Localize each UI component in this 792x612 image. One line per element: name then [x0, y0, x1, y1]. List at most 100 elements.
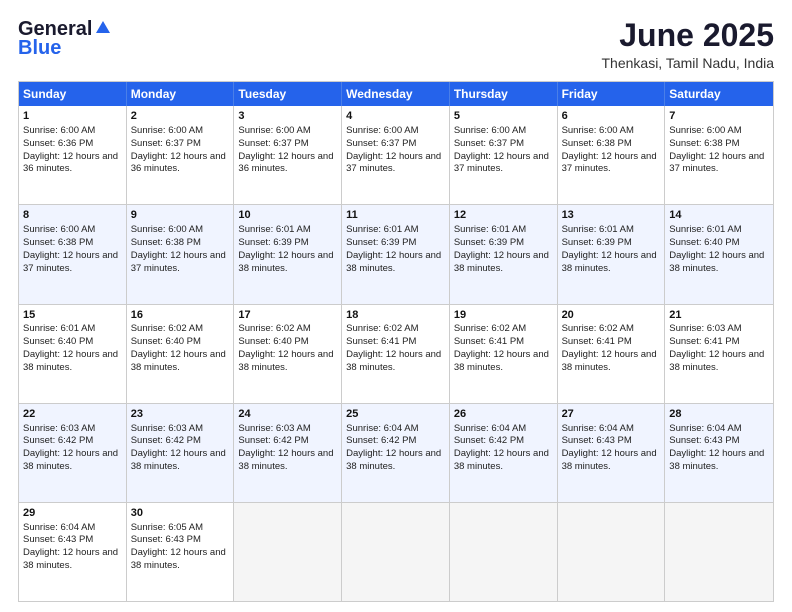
- day-number: 19: [454, 308, 553, 323]
- calendar-cell: 25Sunrise: 6:04 AMSunset: 6:42 PMDayligh…: [342, 404, 450, 502]
- calendar-row: 8Sunrise: 6:00 AMSunset: 6:38 PMDaylight…: [19, 204, 773, 303]
- day-info: Sunrise: 6:03 AMSunset: 6:42 PMDaylight:…: [23, 423, 118, 472]
- logo: General Blue: [18, 18, 112, 60]
- day-number: 25: [346, 407, 445, 422]
- day-info: Sunrise: 6:03 AMSunset: 6:42 PMDaylight:…: [238, 423, 333, 472]
- day-info: Sunrise: 6:02 AMSunset: 6:40 PMDaylight:…: [131, 323, 226, 372]
- calendar-cell: 4Sunrise: 6:00 AMSunset: 6:37 PMDaylight…: [342, 106, 450, 204]
- calendar-cell: 13Sunrise: 6:01 AMSunset: 6:39 PMDayligh…: [558, 205, 666, 303]
- header-day-monday: Monday: [127, 82, 235, 106]
- calendar-cell: 26Sunrise: 6:04 AMSunset: 6:42 PMDayligh…: [450, 404, 558, 502]
- day-number: 30: [131, 506, 230, 521]
- header: General Blue June 2025 Thenkasi, Tamil N…: [18, 18, 774, 71]
- calendar-cell: 1Sunrise: 6:00 AMSunset: 6:36 PMDaylight…: [19, 106, 127, 204]
- day-info: Sunrise: 6:00 AMSunset: 6:37 PMDaylight:…: [238, 125, 333, 174]
- day-number: 14: [669, 208, 769, 223]
- day-info: Sunrise: 6:00 AMSunset: 6:38 PMDaylight:…: [23, 224, 118, 273]
- day-info: Sunrise: 6:02 AMSunset: 6:41 PMDaylight:…: [562, 323, 657, 372]
- calendar-cell: 18Sunrise: 6:02 AMSunset: 6:41 PMDayligh…: [342, 305, 450, 403]
- day-number: 12: [454, 208, 553, 223]
- location-title: Thenkasi, Tamil Nadu, India: [602, 55, 775, 71]
- header-day-tuesday: Tuesday: [234, 82, 342, 106]
- calendar-header: SundayMondayTuesdayWednesdayThursdayFrid…: [19, 82, 773, 106]
- calendar-cell: 14Sunrise: 6:01 AMSunset: 6:40 PMDayligh…: [665, 205, 773, 303]
- day-number: 3: [238, 109, 337, 124]
- day-number: 1: [23, 109, 122, 124]
- day-number: 15: [23, 308, 122, 323]
- page: General Blue June 2025 Thenkasi, Tamil N…: [0, 0, 792, 612]
- calendar-cell: 11Sunrise: 6:01 AMSunset: 6:39 PMDayligh…: [342, 205, 450, 303]
- day-number: 5: [454, 109, 553, 124]
- day-number: 21: [669, 308, 769, 323]
- calendar: SundayMondayTuesdayWednesdayThursdayFrid…: [18, 81, 774, 602]
- calendar-cell: 17Sunrise: 6:02 AMSunset: 6:40 PMDayligh…: [234, 305, 342, 403]
- day-number: 26: [454, 407, 553, 422]
- day-number: 13: [562, 208, 661, 223]
- day-info: Sunrise: 6:01 AMSunset: 6:39 PMDaylight:…: [346, 224, 441, 273]
- calendar-cell: 19Sunrise: 6:02 AMSunset: 6:41 PMDayligh…: [450, 305, 558, 403]
- day-number: 20: [562, 308, 661, 323]
- logo-icon: [94, 19, 112, 37]
- day-number: 17: [238, 308, 337, 323]
- day-info: Sunrise: 6:00 AMSunset: 6:38 PMDaylight:…: [669, 125, 764, 174]
- day-number: 6: [562, 109, 661, 124]
- calendar-row: 1Sunrise: 6:00 AMSunset: 6:36 PMDaylight…: [19, 106, 773, 204]
- day-number: 7: [669, 109, 769, 124]
- day-info: Sunrise: 6:02 AMSunset: 6:40 PMDaylight:…: [238, 323, 333, 372]
- calendar-cell: 21Sunrise: 6:03 AMSunset: 6:41 PMDayligh…: [665, 305, 773, 403]
- calendar-cell: 9Sunrise: 6:00 AMSunset: 6:38 PMDaylight…: [127, 205, 235, 303]
- calendar-cell: 24Sunrise: 6:03 AMSunset: 6:42 PMDayligh…: [234, 404, 342, 502]
- calendar-cell: [342, 503, 450, 601]
- day-info: Sunrise: 6:00 AMSunset: 6:38 PMDaylight:…: [562, 125, 657, 174]
- day-info: Sunrise: 6:04 AMSunset: 6:43 PMDaylight:…: [562, 423, 657, 472]
- calendar-cell: 7Sunrise: 6:00 AMSunset: 6:38 PMDaylight…: [665, 106, 773, 204]
- day-info: Sunrise: 6:00 AMSunset: 6:37 PMDaylight:…: [131, 125, 226, 174]
- day-info: Sunrise: 6:00 AMSunset: 6:38 PMDaylight:…: [131, 224, 226, 273]
- calendar-cell: 28Sunrise: 6:04 AMSunset: 6:43 PMDayligh…: [665, 404, 773, 502]
- day-number: 16: [131, 308, 230, 323]
- day-number: 29: [23, 506, 122, 521]
- day-number: 28: [669, 407, 769, 422]
- calendar-cell: 22Sunrise: 6:03 AMSunset: 6:42 PMDayligh…: [19, 404, 127, 502]
- calendar-cell: 27Sunrise: 6:04 AMSunset: 6:43 PMDayligh…: [558, 404, 666, 502]
- header-day-saturday: Saturday: [665, 82, 773, 106]
- calendar-cell: 12Sunrise: 6:01 AMSunset: 6:39 PMDayligh…: [450, 205, 558, 303]
- day-info: Sunrise: 6:05 AMSunset: 6:43 PMDaylight:…: [131, 522, 226, 571]
- calendar-cell: 10Sunrise: 6:01 AMSunset: 6:39 PMDayligh…: [234, 205, 342, 303]
- day-number: 24: [238, 407, 337, 422]
- calendar-cell: [665, 503, 773, 601]
- calendar-cell: 8Sunrise: 6:00 AMSunset: 6:38 PMDaylight…: [19, 205, 127, 303]
- calendar-cell: 29Sunrise: 6:04 AMSunset: 6:43 PMDayligh…: [19, 503, 127, 601]
- calendar-cell: 16Sunrise: 6:02 AMSunset: 6:40 PMDayligh…: [127, 305, 235, 403]
- day-info: Sunrise: 6:02 AMSunset: 6:41 PMDaylight:…: [454, 323, 549, 372]
- day-info: Sunrise: 6:00 AMSunset: 6:37 PMDaylight:…: [346, 125, 441, 174]
- day-number: 10: [238, 208, 337, 223]
- calendar-row: 22Sunrise: 6:03 AMSunset: 6:42 PMDayligh…: [19, 403, 773, 502]
- header-day-sunday: Sunday: [19, 82, 127, 106]
- calendar-cell: 2Sunrise: 6:00 AMSunset: 6:37 PMDaylight…: [127, 106, 235, 204]
- calendar-body: 1Sunrise: 6:00 AMSunset: 6:36 PMDaylight…: [19, 106, 773, 601]
- day-info: Sunrise: 6:04 AMSunset: 6:43 PMDaylight:…: [669, 423, 764, 472]
- day-info: Sunrise: 6:03 AMSunset: 6:41 PMDaylight:…: [669, 323, 764, 372]
- calendar-cell: 15Sunrise: 6:01 AMSunset: 6:40 PMDayligh…: [19, 305, 127, 403]
- day-info: Sunrise: 6:01 AMSunset: 6:39 PMDaylight:…: [454, 224, 549, 273]
- day-info: Sunrise: 6:01 AMSunset: 6:40 PMDaylight:…: [23, 323, 118, 372]
- calendar-cell: 5Sunrise: 6:00 AMSunset: 6:37 PMDaylight…: [450, 106, 558, 204]
- day-info: Sunrise: 6:04 AMSunset: 6:42 PMDaylight:…: [346, 423, 441, 472]
- day-info: Sunrise: 6:04 AMSunset: 6:43 PMDaylight:…: [23, 522, 118, 571]
- day-number: 22: [23, 407, 122, 422]
- month-title: June 2025: [602, 18, 775, 53]
- calendar-cell: 30Sunrise: 6:05 AMSunset: 6:43 PMDayligh…: [127, 503, 235, 601]
- header-day-friday: Friday: [558, 82, 666, 106]
- calendar-cell: 20Sunrise: 6:02 AMSunset: 6:41 PMDayligh…: [558, 305, 666, 403]
- day-info: Sunrise: 6:01 AMSunset: 6:39 PMDaylight:…: [238, 224, 333, 273]
- day-number: 11: [346, 208, 445, 223]
- day-info: Sunrise: 6:00 AMSunset: 6:37 PMDaylight:…: [454, 125, 549, 174]
- calendar-row: 15Sunrise: 6:01 AMSunset: 6:40 PMDayligh…: [19, 304, 773, 403]
- calendar-cell: [450, 503, 558, 601]
- header-day-thursday: Thursday: [450, 82, 558, 106]
- day-number: 23: [131, 407, 230, 422]
- day-number: 9: [131, 208, 230, 223]
- day-number: 18: [346, 308, 445, 323]
- day-info: Sunrise: 6:01 AMSunset: 6:39 PMDaylight:…: [562, 224, 657, 273]
